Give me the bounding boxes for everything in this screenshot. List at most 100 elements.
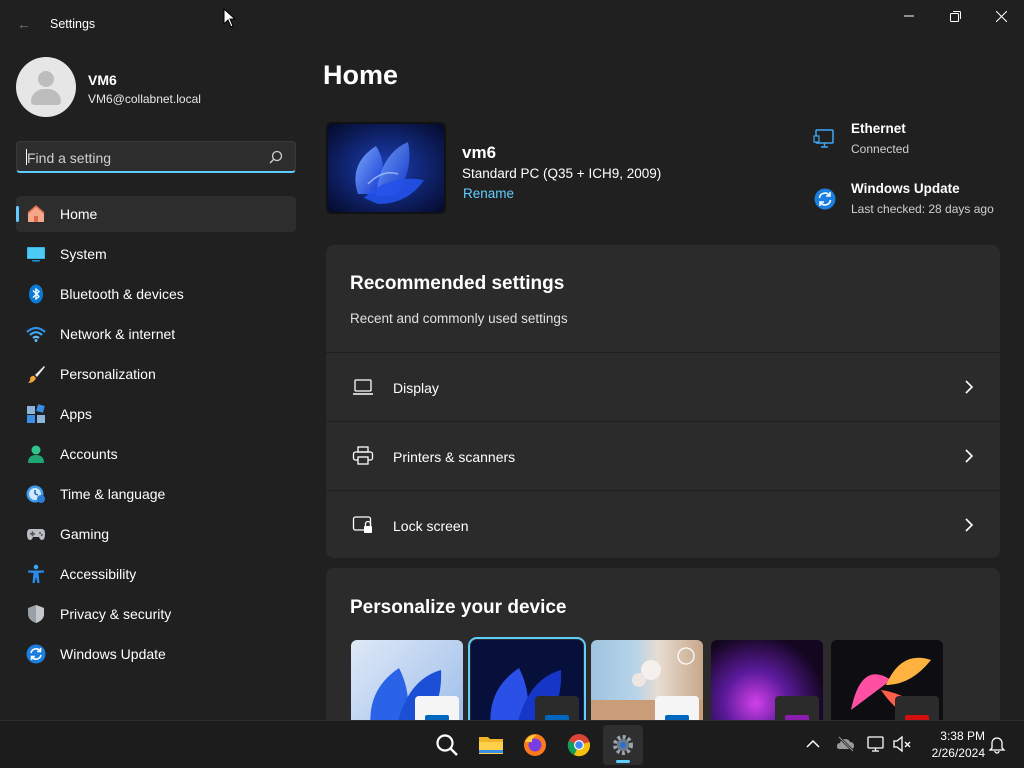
wifi-icon [26,326,46,342]
volume-muted-icon[interactable] [892,734,912,754]
taskbar-search-button[interactable] [427,725,467,765]
taskbar-settings[interactable] [603,725,643,765]
minimize-icon [904,15,914,17]
recommended-row-lock-screen[interactable]: Lock screen [326,490,1000,558]
theme-glow[interactable] [711,640,823,728]
theme-flowers-spotlight[interactable] [591,640,703,728]
chevron-right-icon [965,449,974,463]
taskbar: 3:38 PM 2/26/2024 [0,720,1024,768]
ethernet-title: Ethernet [851,121,906,136]
notification-bell-icon[interactable] [987,734,1007,754]
taskbar-file-explorer[interactable] [471,725,511,765]
taskbar-date[interactable]: 2/26/2024 [918,746,985,760]
ethernet-subtitle: Connected [851,142,910,156]
chevron-right-icon [965,380,974,394]
sidebar-item-network[interactable]: Network & internet [16,316,296,352]
back-button[interactable]: ← [12,12,36,36]
device-model: Standard PC (Q35 + ICH9, 2009) [462,166,662,181]
windows-update-subtitle: Last checked: 28 days ago [851,202,994,216]
system-icon [27,247,45,262]
user-profile[interactable]: VM6 VM6@collabnet.local [16,57,296,117]
theme-dark-bloom[interactable] [468,637,586,728]
sidebar-item-label: Apps [60,406,92,422]
mouse-cursor-icon [223,8,237,28]
minimize-button[interactable] [886,0,932,32]
onedrive-offline-icon[interactable] [836,734,856,754]
windows-update-title: Windows Update [851,181,960,196]
sidebar-item-privacy-security[interactable]: Privacy & security [16,596,296,632]
close-button[interactable] [978,0,1024,32]
close-icon [995,10,1007,22]
sidebar-item-bluetooth[interactable]: Bluetooth & devices [16,276,296,312]
page-title: Home [323,60,399,90]
sidebar-item-gaming[interactable]: Gaming [16,516,296,552]
bluetooth-icon [29,284,43,304]
avatar[interactable] [16,57,76,117]
printer-icon [352,446,374,465]
recommended-row-display[interactable]: Display [326,352,1000,420]
chevron-right-icon [965,518,974,532]
restore-icon [949,10,961,22]
taskbar-time[interactable]: 3:38 PM [925,729,985,743]
sidebar-item-label: Accounts [60,446,118,462]
chevron-up-icon[interactable] [803,734,823,754]
sidebar-item-label: Gaming [60,526,110,542]
sidebar-item-label: Personalization [60,366,156,382]
sidebar-item-home[interactable]: Home [16,196,296,232]
taskbar-chrome[interactable] [559,725,599,765]
sidebar-item-label: System [60,246,107,262]
search-box[interactable] [16,141,296,173]
sidebar-item-system[interactable]: System [16,236,296,272]
profile-email: VM6@collabnet.local [88,92,201,106]
device-summary: vm6 Standard PC (Q35 + ICH9, 2009) Renam… [326,122,746,214]
gamepad-icon [27,529,45,540]
brush-icon [28,366,45,383]
apps-icon [27,404,45,423]
personalize-title: Personalize your device [350,597,567,618]
ethernet-icon [813,129,834,148]
taskbar-firefox[interactable] [515,725,555,765]
recommended-row-label: Lock screen [393,518,469,534]
clock-globe-icon [26,485,45,503]
file-explorer-icon [479,737,503,754]
chrome-icon [567,734,590,757]
update-icon [814,188,836,210]
recommended-subtitle: Recent and commonly used settings [350,311,568,326]
sidebar-item-label: Windows Update [60,646,166,662]
theme-captured-motion[interactable] [831,640,943,728]
rename-link[interactable]: Rename [463,186,514,201]
sidebar-nav: Home System Bluetooth & devices Network … [16,196,296,676]
firefox-icon [524,734,546,756]
theme-light-bloom[interactable] [351,640,463,728]
device-wallpaper-thumbnail [326,122,446,214]
recommended-row-printers[interactable]: Printers & scanners [326,421,1000,489]
settings-icon [613,735,633,755]
sidebar-item-accounts[interactable]: Accounts [16,436,296,472]
recommended-title: Recommended settings [350,273,565,294]
sidebar-item-personalization[interactable]: Personalization [16,356,296,392]
sidebar-item-label: Network & internet [60,326,176,342]
device-name: vm6 [462,143,497,162]
search-input[interactable] [27,148,257,168]
profile-name: VM6 [88,72,117,88]
network-icon[interactable] [866,734,886,754]
title-bar: ← Settings [0,0,1024,48]
lock-screen-icon [352,516,372,533]
search-icon[interactable] [269,150,283,164]
text-caret [26,149,27,165]
sidebar-item-time-language[interactable]: Time & language [16,476,296,512]
sidebar-item-windows-update[interactable]: Windows Update [16,636,296,672]
search-icon [436,734,458,756]
sidebar-item-label: Bluetooth & devices [60,286,184,302]
sidebar-item-accessibility[interactable]: Accessibility [16,556,296,592]
restore-button[interactable] [932,0,978,32]
laptop-icon [353,379,373,395]
windows-update-status[interactable]: Windows Update Last checked: 28 days ago [812,181,1012,221]
ethernet-status[interactable]: Ethernet Connected [812,121,1012,161]
sidebar-item-apps[interactable]: Apps [16,396,296,432]
recommended-row-label: Display [393,380,439,396]
home-icon [27,205,45,222]
accessibility-icon [28,564,44,583]
sidebar-item-label: Home [60,206,98,222]
accounts-icon [28,445,44,463]
